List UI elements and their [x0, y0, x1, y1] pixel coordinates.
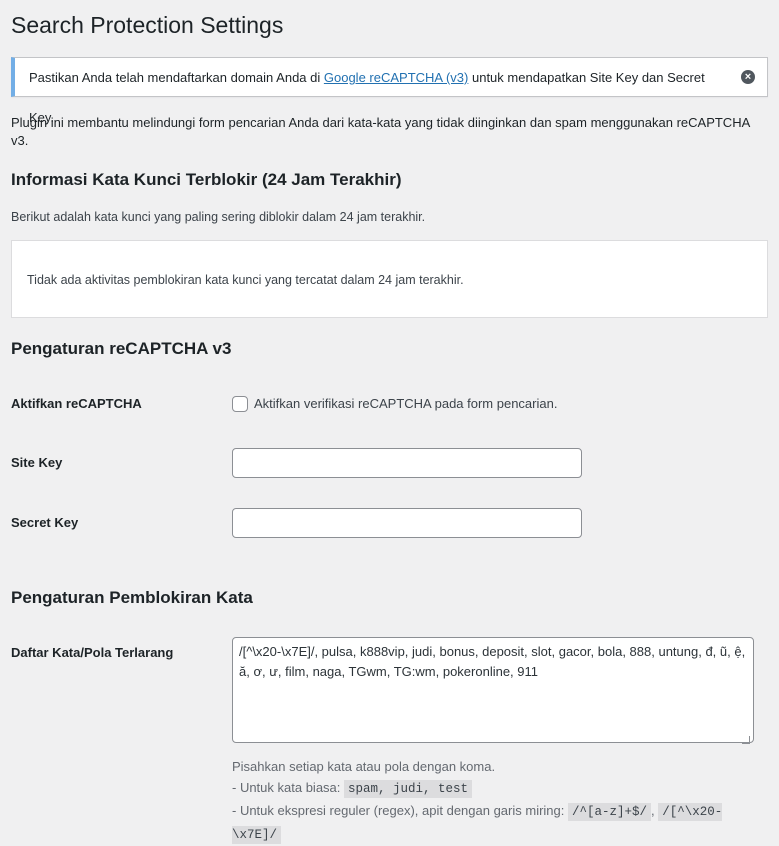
site-key-row: Site Key: [11, 420, 769, 480]
site-key-field: [232, 448, 582, 478]
help-plain-words-example: spam, judi, test: [344, 780, 473, 798]
forbidden-words-textarea-wrap: /[^\x20-\x7E]/, pulsa, k888vip, judi, bo…: [232, 637, 754, 748]
intro-description: Plugin ini membantu melindungi form penc…: [11, 115, 750, 148]
page-title: Search Protection Settings: [11, 12, 284, 38]
forbidden-words-help: Pisahkan setiap kata atau pola dengan ko…: [232, 756, 752, 846]
blocked-keywords-empty-box: Tidak ada aktivitas pemblokiran kata kun…: [11, 240, 768, 318]
help-regex-text: - Untuk ekspresi reguler (regex), apit d…: [232, 803, 568, 818]
enable-recaptcha-field: Aktifkan verifikasi reCAPTCHA pada form …: [232, 395, 557, 413]
enable-recaptcha-label: Aktifkan reCAPTCHA: [11, 396, 142, 411]
forbidden-words-textarea[interactable]: /[^\x20-\x7E]/, pulsa, k888vip, judi, bo…: [232, 637, 754, 743]
textarea-resize-handle[interactable]: [742, 736, 750, 744]
secret-key-field: [232, 508, 582, 538]
blocked-keywords-heading: Informasi Kata Kunci Terblokir (24 Jam T…: [11, 170, 402, 189]
blocked-keywords-description: Berikut adalah kata kunci yang paling se…: [11, 210, 426, 224]
site-key-input[interactable]: [232, 448, 582, 478]
notice-text-before: Pastikan Anda telah mendaftarkan domain …: [29, 70, 324, 85]
secret-key-label: Secret Key: [11, 515, 79, 530]
blocked-keywords-empty-message: Tidak ada aktivitas pemblokiran kata kun…: [27, 273, 464, 287]
help-line-separator: Pisahkan setiap kata atau pola dengan ko…: [232, 759, 496, 774]
word-block-heading: Pengaturan Pemblokiran Kata: [11, 588, 253, 607]
forbidden-words-label: Daftar Kata/Pola Terlarang: [11, 645, 174, 660]
help-plain-words-text: - Untuk kata biasa:: [232, 780, 344, 795]
forbidden-words-field: /[^\x20-\x7E]/, pulsa, k888vip, judi, bo…: [232, 637, 754, 846]
recaptcha-enable-row: Aktifkan reCAPTCHA Aktifkan verifikasi r…: [11, 360, 769, 420]
secret-key-input[interactable]: [232, 508, 582, 538]
settings-page: Search Protection Settings Pastikan Anda…: [0, 0, 779, 844]
dismiss-notice-icon[interactable]: ×: [741, 70, 755, 84]
help-regex-example-1: /^[a-z]+$/: [567, 803, 651, 821]
enable-recaptcha-checkbox-label[interactable]: Aktifkan verifikasi reCAPTCHA pada form …: [254, 396, 557, 411]
recaptcha-link[interactable]: Google reCAPTCHA (v3): [324, 70, 469, 85]
info-notice: Pastikan Anda telah mendaftarkan domain …: [11, 57, 768, 125]
recaptcha-heading: Pengaturan reCAPTCHA v3: [11, 339, 232, 358]
enable-recaptcha-checkbox[interactable]: [232, 395, 248, 412]
site-key-label: Site Key: [11, 455, 63, 470]
secret-key-row: Secret Key: [11, 480, 769, 540]
help-line-plain-words: - Untuk kata biasa: spam, judi, test: [232, 777, 752, 800]
